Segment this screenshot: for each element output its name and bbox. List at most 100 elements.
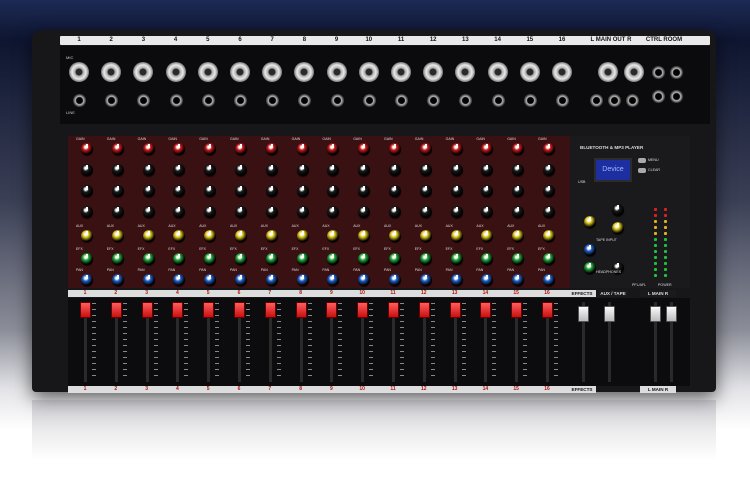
- ch13-knob-lo[interactable]: [450, 206, 463, 218]
- ch3-knob-mid[interactable]: [142, 185, 155, 197]
- ch16-knob-lo[interactable]: [543, 206, 555, 218]
- ch11-knob-hi[interactable]: [389, 164, 401, 176]
- ch13-knob-aux[interactable]: [450, 230, 463, 242]
- ch7-knob-pan[interactable]: [265, 274, 278, 286]
- ch11-knob-aux[interactable]: [389, 230, 401, 242]
- mic-input-6[interactable]: [230, 62, 250, 82]
- line-input-14[interactable]: [491, 94, 505, 107]
- ch12-knob-lo[interactable]: [419, 206, 432, 218]
- ch1-knob-gain[interactable]: [81, 143, 93, 155]
- master-knob-1[interactable]: [612, 204, 624, 216]
- ch6-knob-pan[interactable]: [235, 274, 247, 286]
- ch1-knob-aux[interactable]: [81, 230, 93, 242]
- mic-input-5[interactable]: [197, 62, 218, 82]
- mic-input-15[interactable]: [519, 62, 540, 82]
- ch4-fader[interactable]: [172, 302, 184, 318]
- ch6-knob-hi[interactable]: [235, 164, 247, 176]
- ch13-fader[interactable]: [449, 302, 461, 318]
- ch1-fader[interactable]: [80, 302, 91, 318]
- master-jack-5[interactable]: [590, 94, 603, 107]
- mic-input-16[interactable]: [552, 62, 572, 82]
- ch11-knob-gain[interactable]: [389, 143, 401, 155]
- mic-input-14[interactable]: [487, 62, 508, 82]
- ch13-knob-gain[interactable]: [450, 143, 463, 155]
- mic-input-10[interactable]: [358, 62, 379, 82]
- ch3-knob-gain[interactable]: [142, 143, 155, 155]
- ch16-knob-efx[interactable]: [543, 253, 555, 265]
- ch3-knob-lo[interactable]: [142, 206, 155, 218]
- ch3-fader[interactable]: [141, 302, 153, 318]
- effects-fader[interactable]: [578, 306, 589, 322]
- ch12-knob-pan[interactable]: [419, 274, 432, 286]
- player-menu-button[interactable]: [638, 158, 646, 163]
- ch6-fader[interactable]: [234, 302, 245, 318]
- ch6-knob-aux[interactable]: [235, 230, 247, 242]
- ch16-knob-mid[interactable]: [543, 185, 555, 197]
- ch12-knob-efx[interactable]: [419, 253, 432, 265]
- ch12-fader[interactable]: [418, 302, 430, 318]
- ch11-knob-efx[interactable]: [389, 253, 401, 265]
- ch10-fader[interactable]: [357, 302, 369, 318]
- ch11-fader[interactable]: [388, 302, 399, 318]
- master-knob-3[interactable]: [584, 216, 596, 228]
- main-out-xlr-l[interactable]: [598, 62, 618, 82]
- ch7-knob-lo[interactable]: [265, 206, 278, 218]
- line-input-11[interactable]: [395, 94, 408, 107]
- ch16-knob-aux[interactable]: [543, 230, 555, 242]
- ch1-knob-lo[interactable]: [81, 206, 93, 218]
- line-input-1[interactable]: [73, 94, 86, 107]
- ch7-knob-mid[interactable]: [265, 185, 278, 197]
- ch12-knob-mid[interactable]: [419, 185, 432, 197]
- master-jack-3[interactable]: [652, 90, 665, 103]
- ch8-knob-aux[interactable]: [296, 230, 309, 242]
- line-input-5[interactable]: [201, 94, 215, 107]
- ch2-knob-pan[interactable]: [111, 274, 124, 286]
- main-l-fader[interactable]: [650, 306, 661, 322]
- master-knob-5[interactable]: [584, 262, 596, 274]
- ch2-knob-efx[interactable]: [111, 253, 124, 265]
- master-knob-2[interactable]: [612, 222, 624, 234]
- ch11-knob-pan[interactable]: [389, 274, 401, 286]
- ch7-knob-gain[interactable]: [265, 143, 278, 155]
- ch8-knob-mid[interactable]: [296, 185, 309, 197]
- ch1-knob-pan[interactable]: [81, 274, 93, 286]
- master-jack-7[interactable]: [626, 94, 639, 107]
- ch16-knob-hi[interactable]: [543, 164, 555, 176]
- ch13-knob-efx[interactable]: [450, 253, 463, 265]
- ch14-fader[interactable]: [480, 302, 492, 318]
- ch1-knob-mid[interactable]: [81, 185, 93, 197]
- ch11-knob-lo[interactable]: [389, 206, 401, 218]
- ch3-knob-pan[interactable]: [142, 274, 155, 286]
- master-jack-4[interactable]: [670, 90, 683, 103]
- ch8-knob-pan[interactable]: [296, 274, 309, 286]
- ch16-fader[interactable]: [542, 302, 553, 318]
- aux-tape-fader[interactable]: [604, 306, 615, 322]
- ch2-knob-lo[interactable]: [111, 206, 124, 218]
- ch12-knob-gain[interactable]: [419, 143, 432, 155]
- ch1-knob-efx[interactable]: [81, 253, 93, 265]
- ch2-fader[interactable]: [110, 302, 122, 318]
- ch12-knob-aux[interactable]: [419, 230, 432, 242]
- ch2-knob-mid[interactable]: [111, 185, 124, 197]
- ch11-knob-mid[interactable]: [389, 185, 401, 197]
- mic-input-11[interactable]: [391, 62, 411, 82]
- ch3-knob-hi[interactable]: [142, 164, 155, 176]
- main-r-fader[interactable]: [666, 306, 677, 322]
- ch9-fader[interactable]: [326, 302, 338, 318]
- ch7-knob-efx[interactable]: [265, 253, 278, 265]
- ch8-knob-lo[interactable]: [296, 206, 309, 218]
- ch2-knob-gain[interactable]: [111, 143, 124, 155]
- ch13-knob-pan[interactable]: [450, 274, 463, 286]
- ch6-knob-efx[interactable]: [235, 253, 247, 265]
- ch6-knob-gain[interactable]: [235, 143, 247, 155]
- mic-input-9[interactable]: [326, 62, 347, 82]
- line-input-9[interactable]: [330, 94, 344, 107]
- ch16-knob-pan[interactable]: [543, 274, 555, 286]
- line-input-6[interactable]: [234, 94, 247, 107]
- ch6-knob-mid[interactable]: [235, 185, 247, 197]
- line-input-16[interactable]: [556, 94, 569, 107]
- ch1-knob-hi[interactable]: [81, 164, 93, 176]
- ch13-knob-mid[interactable]: [450, 185, 463, 197]
- ch12-knob-hi[interactable]: [419, 164, 432, 176]
- master-jack-1[interactable]: [652, 66, 665, 79]
